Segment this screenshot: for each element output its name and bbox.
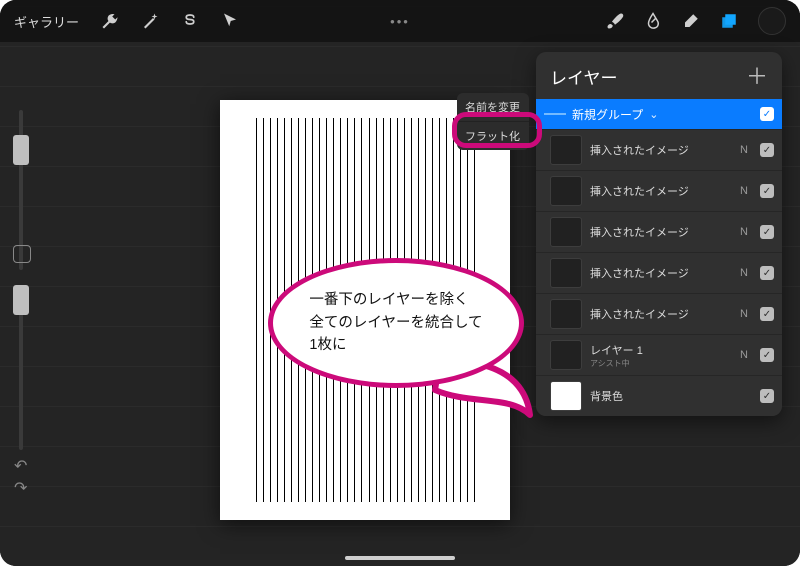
eraser-icon[interactable] — [682, 12, 700, 30]
wrench-icon[interactable] — [101, 12, 119, 30]
opacity-thumb[interactable] — [13, 285, 29, 315]
wand-icon[interactable] — [141, 12, 159, 30]
layer-row[interactable]: 挿入されたイメージ N ✓ — [536, 170, 782, 211]
layer-visibility-checkbox[interactable]: ✓ — [760, 143, 774, 157]
gallery-button[interactable]: ギャラリー — [14, 12, 79, 31]
modify-button[interactable] — [13, 245, 31, 263]
layer-name: 挿入されたイメージ — [590, 142, 732, 158]
layer-thumbnail — [550, 135, 582, 165]
add-layer-button[interactable]: ＋ — [746, 66, 768, 88]
layer-blend-mode[interactable]: N — [740, 226, 748, 238]
layer-row[interactable]: 挿入されたイメージ N ✓ — [536, 252, 782, 293]
annotation-line: 全てのレイヤーを統合して — [309, 315, 482, 331]
layer-blend-mode[interactable]: N — [740, 349, 748, 361]
undo-icon[interactable]: ↶ — [14, 456, 27, 476]
layer-visibility-checkbox[interactable]: ✓ — [760, 184, 774, 198]
menu-ellipsis-icon[interactable]: ••• — [390, 14, 410, 29]
layer-visibility-checkbox[interactable]: ✓ — [760, 389, 774, 403]
color-picker-avatar[interactable] — [758, 7, 786, 35]
context-menu-rename[interactable]: 名前を変更 — [457, 93, 529, 122]
layer-row[interactable]: 挿入されたイメージ N ✓ — [536, 129, 782, 170]
annotation-line: 1枚に — [309, 337, 346, 353]
annotation-line: 一番下のレイヤーを除く — [309, 292, 468, 308]
context-menu-flatten[interactable]: フラット化 — [457, 122, 529, 150]
layer-name: レイヤー 1 アシスト中 — [590, 342, 732, 369]
background-layer-row[interactable]: 背景色 ✓ — [536, 375, 782, 416]
layer-blend-mode[interactable]: N — [740, 144, 748, 156]
redo-icon[interactable]: ↷ — [14, 478, 27, 498]
layer-group-row[interactable]: 新規グループ ⌄ ✓ — [536, 99, 782, 129]
layer-context-menu: 名前を変更 フラット化 — [457, 93, 529, 150]
layers-panel: レイヤー ＋ 新規グループ ⌄ ✓ 挿入されたイメージ N ✓ 挿入されたイメー… — [536, 52, 782, 416]
top-toolbar: ギャラリー ••• — [0, 0, 800, 42]
layer-sublabel: アシスト中 — [590, 358, 732, 369]
layer-row[interactable]: 挿入されたイメージ N ✓ — [536, 293, 782, 334]
layer-row[interactable]: 挿入されたイメージ N ✓ — [536, 211, 782, 252]
group-visibility-checkbox[interactable]: ✓ — [760, 107, 774, 121]
layer-group-label: 新規グループ — [572, 106, 643, 123]
left-sliders: ↶ ↷ — [10, 80, 32, 506]
layer-row[interactable]: レイヤー 1 アシスト中 N ✓ — [536, 334, 782, 375]
layer-thumbnail — [550, 299, 582, 329]
chevron-down-icon: ⌄ — [649, 108, 658, 121]
selection-s-icon[interactable] — [181, 12, 199, 30]
layers-panel-title: レイヤー — [550, 64, 618, 89]
layer-name: 挿入されたイメージ — [590, 224, 732, 240]
layer-thumbnail — [550, 176, 582, 206]
layer-blend-mode[interactable]: N — [740, 185, 748, 197]
smudge-icon[interactable] — [644, 12, 662, 30]
layers-icon[interactable] — [720, 12, 738, 30]
layer-name: 挿入されたイメージ — [590, 183, 732, 199]
layer-visibility-checkbox[interactable]: ✓ — [760, 266, 774, 280]
brush-icon[interactable] — [606, 12, 624, 30]
layer-name: 背景色 — [590, 388, 752, 404]
cursor-icon[interactable] — [221, 12, 239, 30]
layer-thumbnail — [550, 340, 582, 370]
layer-thumbnail — [550, 258, 582, 288]
layer-blend-mode[interactable]: N — [740, 308, 748, 320]
layer-thumbnail — [550, 217, 582, 247]
layer-blend-mode[interactable]: N — [740, 267, 748, 279]
layer-name: 挿入されたイメージ — [590, 265, 732, 281]
layer-thumbnail — [550, 381, 582, 411]
annotation-speech-bubble: 一番下のレイヤーを除く 全てのレイヤーを統合して 1枚に — [268, 258, 524, 388]
layer-name: 挿入されたイメージ — [590, 306, 732, 322]
layer-visibility-checkbox[interactable]: ✓ — [760, 348, 774, 362]
home-indicator — [345, 556, 455, 560]
brush-size-thumb[interactable] — [13, 135, 29, 165]
layer-visibility-checkbox[interactable]: ✓ — [760, 225, 774, 239]
layer-visibility-checkbox[interactable]: ✓ — [760, 307, 774, 321]
